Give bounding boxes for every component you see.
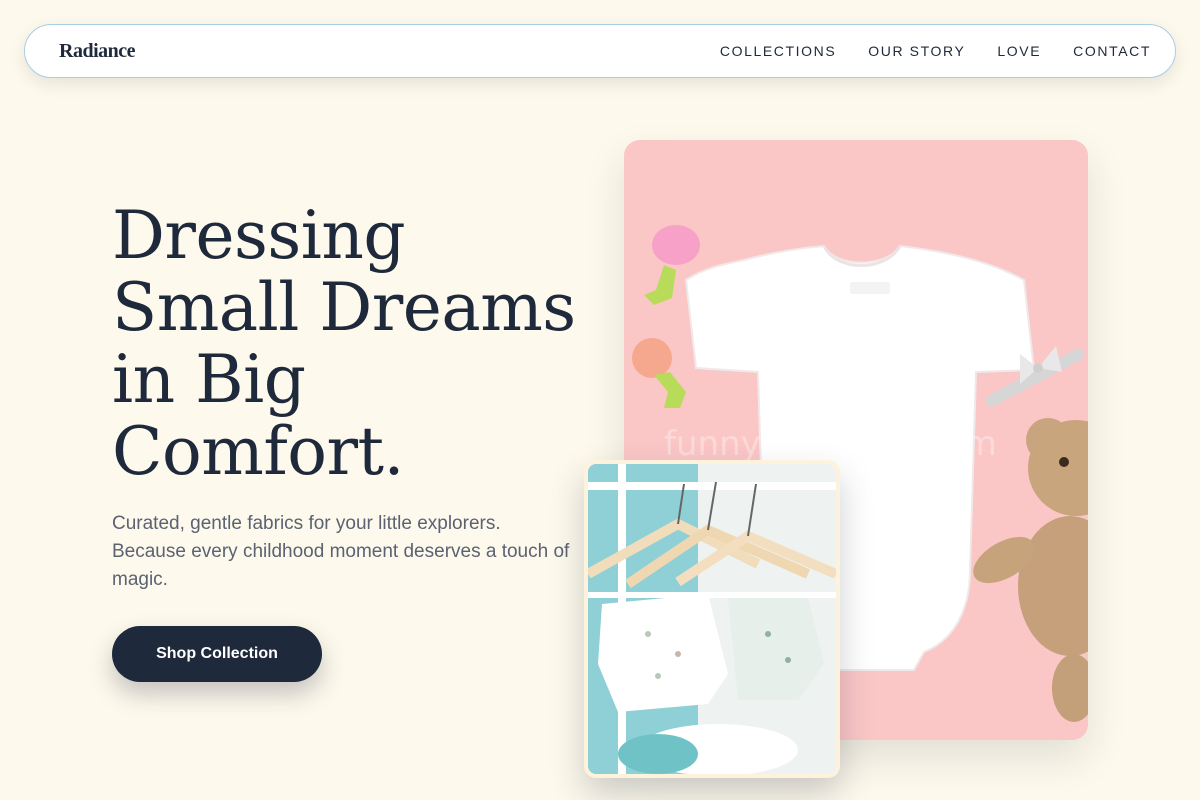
nav-links: COLLECTIONS OUR STORY LOVE CONTACT — [720, 43, 1151, 59]
hero-subtitle: Curated, gentle fabrics for your little … — [112, 513, 570, 590]
nav-link-our-story[interactable]: OUR STORY — [868, 43, 965, 59]
shop-collection-button[interactable]: Shop Collection — [112, 626, 322, 682]
brand-logo[interactable]: Radiance — [59, 40, 136, 63]
hero-secondary-image — [584, 460, 840, 778]
top-navbar: Radiance COLLECTIONS OUR STORY LOVE CONT… — [24, 24, 1176, 78]
nav-link-contact[interactable]: CONTACT — [1073, 43, 1151, 59]
hero-title-line: Comfort. — [112, 413, 405, 490]
nav-link-love[interactable]: LOVE — [997, 43, 1041, 59]
clothes-hangers-photo-icon — [588, 464, 836, 774]
nav-link-collections[interactable]: COLLECTIONS — [720, 43, 836, 59]
hero-title-line: in Big — [112, 341, 306, 418]
hero-title-line: Dressing — [112, 197, 406, 274]
hero-title: Dressing Small Dreams in Big Comfort. — [112, 200, 592, 488]
hero-title-line: Small Dreams — [112, 269, 576, 346]
svg-text:funnyccalmost.com: funnyccalmost.com — [664, 424, 997, 464]
